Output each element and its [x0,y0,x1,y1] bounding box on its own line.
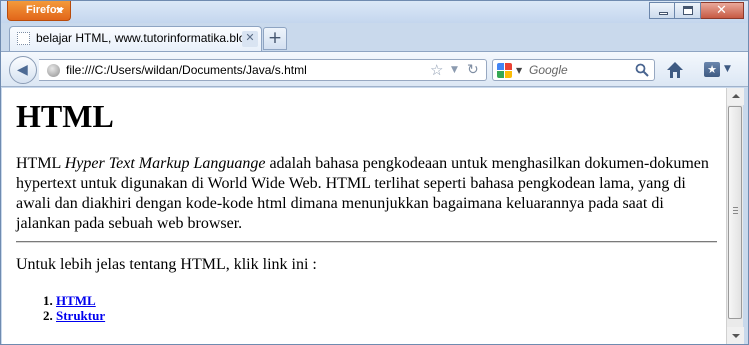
minimize-button[interactable] [649,2,675,19]
navigation-toolbar: ◀ file:///C:/Users/wildan/Documents/Java… [1,51,748,87]
page-icon [17,32,30,45]
back-button[interactable]: ◀ [9,56,37,84]
new-tab-button[interactable]: + [263,27,287,50]
chevron-down-icon [56,8,64,13]
bookmarks-dropdown-icon[interactable]: ▼ [724,61,731,78]
minimize-icon [659,12,668,15]
close-window-button[interactable]: ✕ [701,2,744,19]
home-icon[interactable] [666,61,684,79]
search-icon[interactable] [635,63,649,77]
scroll-up-icon[interactable] [727,88,744,105]
page-viewport: HTML HTML Hyper Text Markup Languange ad… [2,88,726,344]
vertical-scrollbar[interactable] [726,88,744,344]
grip-icon [733,207,738,214]
scrollbar-thumb[interactable] [728,106,742,319]
globe-icon [47,64,60,77]
maximize-button[interactable] [675,2,701,19]
page-content: HTML HTML Hyper Text Markup Languange ad… [2,98,726,323]
back-arrow-icon: ◀ [17,62,28,78]
link-html[interactable]: HTML [56,293,96,308]
star-icon[interactable]: ☆ [430,60,443,80]
reload-icon[interactable]: ↻ [467,60,479,80]
tab-title: belajar HTML, www.tutorinformatika.blo..… [36,31,256,45]
browser-window: Firefox ✕ belajar HTML, www.tutorinforma… [0,0,749,345]
intro-paragraph: HTML Hyper Text Markup Languange adalah … [16,154,717,234]
url-text: file:///C:/Users/wildan/Documents/Java/s… [66,63,307,77]
page-heading: HTML [16,98,114,134]
title-bar: Firefox ✕ [1,1,748,23]
link-struktur[interactable]: Struktur [56,308,105,323]
firefox-menu-button[interactable]: Firefox [7,1,71,21]
intro-emphasis: Hyper Text Markup Languange [64,155,266,172]
search-bar[interactable]: ▼ Google [492,59,655,81]
list-item: Struktur [56,308,717,323]
list-item: HTML [56,293,717,308]
tab-bar: belajar HTML, www.tutorinformatika.blo..… [1,23,748,51]
window-controls: ✕ [649,2,744,20]
close-icon: ✕ [716,3,727,18]
intro-lead: HTML [16,155,65,172]
search-placeholder: Google [529,63,568,77]
tab-close-icon[interactable]: ✕ [242,31,258,47]
bookmarks-icon[interactable]: ★ [704,62,720,77]
google-icon[interactable] [497,63,512,78]
url-bar[interactable]: file:///C:/Users/wildan/Documents/Java/s… [39,59,487,81]
links-intro: Untuk lebih jelas tentang HTML, klik lin… [16,256,317,273]
url-history-dropdown-icon[interactable]: ▼ [451,60,458,81]
scroll-down-icon[interactable] [727,327,744,344]
search-engine-dropdown-icon[interactable]: ▼ [516,60,522,81]
tab-active[interactable]: belajar HTML, www.tutorinformatika.blo..… [9,26,262,51]
maximize-icon [683,6,693,15]
link-list: HTML Struktur [16,293,717,323]
divider [16,241,717,243]
